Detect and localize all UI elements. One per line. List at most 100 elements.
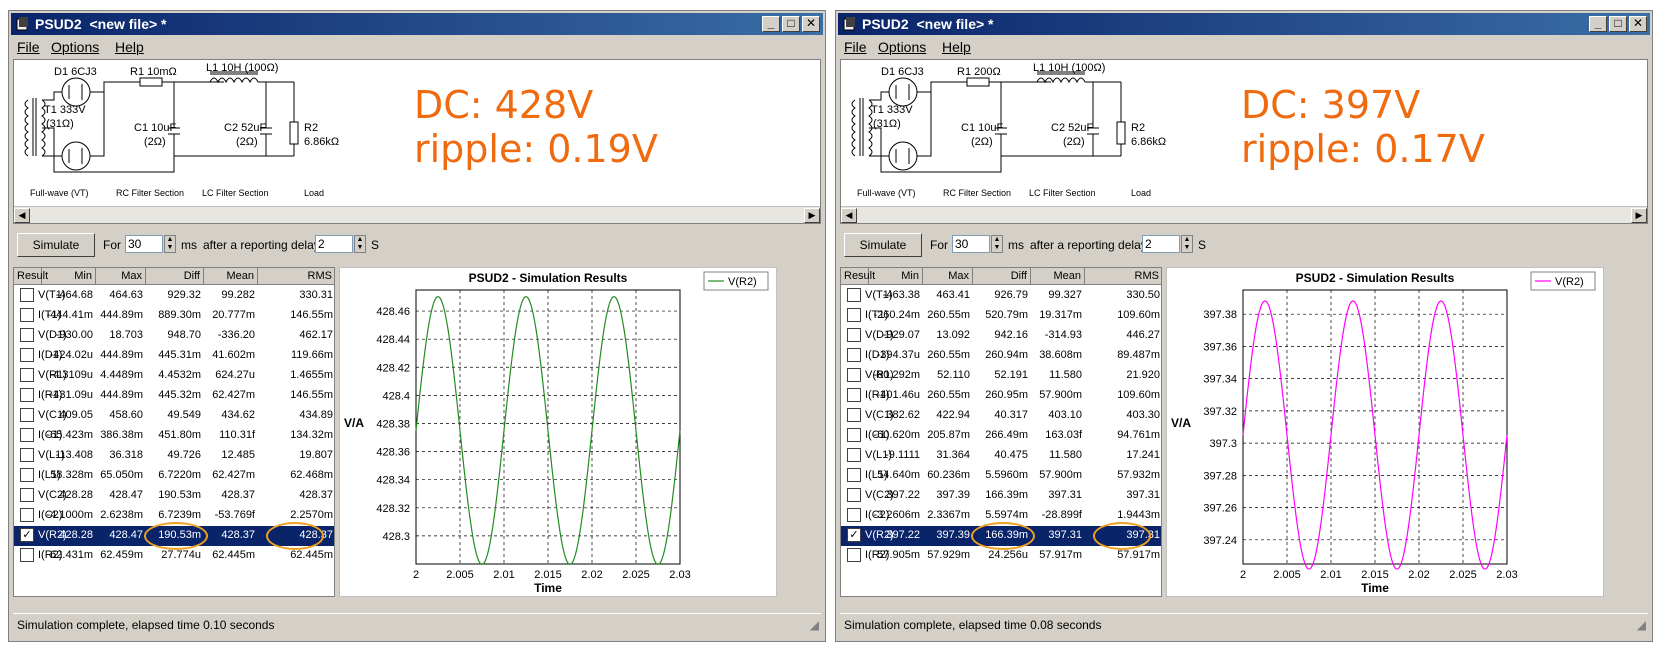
result-min: 57.905m [877, 549, 920, 561]
table-row[interactable]: V(R1) -4.3109u 4.4489m 4.4532m 624.27u 1.4655… [14, 366, 334, 386]
column-header-result[interactable]: Result [14, 268, 48, 284]
result-checkbox[interactable] [20, 328, 34, 342]
result-checkbox[interactable]: ✓ [20, 528, 34, 542]
table-row[interactable]: I(T1) -444.41m 444.89m 889.30m 20.777m 146.55… [14, 306, 334, 326]
table-row[interactable]: I(L1) 54.640m 60.236m 5.5960m 57.900m 57.932m [841, 466, 1161, 486]
result-checkbox[interactable] [20, 408, 34, 422]
resize-grip-icon[interactable]: ◢ [1633, 614, 1646, 636]
table-row[interactable]: V(D1) -930.00 18.703 948.70 -336.20 462.17 [14, 326, 334, 346]
column-header-rms[interactable]: RMS [258, 268, 334, 284]
table-row[interactable]: I(C1) -65.423m 386.38m 451.80m 110.31f 134.32… [14, 426, 334, 446]
result-checkbox[interactable] [20, 348, 34, 362]
result-checkbox[interactable] [847, 428, 861, 442]
table-row[interactable]: I(C1) -60.620m 205.87m 266.49m 163.03f 94.761… [841, 426, 1161, 446]
result-checkbox[interactable] [847, 308, 861, 322]
result-checkbox[interactable] [20, 548, 34, 562]
result-checkbox[interactable] [20, 508, 34, 522]
duration-input[interactable]: 30 [952, 235, 990, 253]
result-checkbox[interactable] [847, 408, 861, 422]
menu-options[interactable]: Options [51, 39, 99, 55]
result-checkbox[interactable] [20, 288, 34, 302]
scroll-right-arrow[interactable]: ▶ [1631, 208, 1647, 223]
table-row[interactable]: V(T1) -463.38 463.41 926.79 99.327 330.50 [841, 286, 1161, 306]
scroll-right-arrow[interactable]: ▶ [804, 208, 820, 223]
result-checkbox[interactable] [20, 368, 34, 382]
maximize-button[interactable]: □ [782, 16, 800, 32]
menu-options[interactable]: Options [878, 39, 926, 55]
column-header-max[interactable]: Max [923, 268, 973, 284]
table-row[interactable]: V(C2) 397.22 397.39 166.39m 397.31 397.31 [841, 486, 1161, 506]
table-row[interactable]: V(R1) -80.292m 52.110 52.191 11.580 21.920 [841, 366, 1161, 386]
result-checkbox[interactable] [20, 488, 34, 502]
delay-input[interactable]: 2 [1142, 235, 1180, 253]
result-checkbox[interactable] [20, 388, 34, 402]
minimize-button[interactable]: _ [762, 16, 780, 32]
result-checkbox[interactable]: ✓ [847, 528, 861, 542]
result-min: 58.328m [50, 469, 93, 481]
duration-spinner[interactable]: ▲ ▼ [164, 235, 176, 253]
table-row[interactable]: I(T1) -260.24m 260.55m 520.79m 19.317m 109.60… [841, 306, 1161, 326]
table-row[interactable]: V(D1) -929.07 13.092 942.16 -314.93 446.27 [841, 326, 1161, 346]
column-header-max[interactable]: Max [96, 268, 146, 284]
table-row[interactable]: V(C1) 409.05 458.60 49.549 434.62 434.89 [14, 406, 334, 426]
delay-input[interactable]: 2 [315, 235, 353, 253]
result-mean: 20.777m [212, 309, 255, 321]
result-checkbox[interactable] [847, 448, 861, 462]
column-header-result[interactable]: Result [841, 268, 875, 284]
result-checkbox[interactable] [20, 468, 34, 482]
column-header-rms[interactable]: RMS [1085, 268, 1161, 284]
title-bar[interactable]: PSUD2 <new file> * _ □ ✕ [11, 13, 823, 35]
menu-help[interactable]: Help [942, 39, 971, 55]
menu-file[interactable]: File [844, 39, 867, 55]
column-header-min[interactable]: Min [869, 268, 923, 284]
column-header-mean[interactable]: Mean [1031, 268, 1085, 284]
scroll-left-arrow[interactable]: ◀ [841, 208, 857, 223]
scroll-left-arrow[interactable]: ◀ [14, 208, 30, 223]
result-checkbox[interactable] [847, 488, 861, 502]
table-row[interactable]: I(D1) -394.37u 260.55m 260.94m 38.608m 89.487… [841, 346, 1161, 366]
circuit-scrollbar[interactable]: ◀ ▶ [14, 206, 820, 223]
result-checkbox[interactable] [847, 508, 861, 522]
table-row[interactable]: I(L1) 58.328m 65.050m 6.7220m 62.427m 62.468m [14, 466, 334, 486]
result-checkbox[interactable] [847, 348, 861, 362]
title-bar[interactable]: PSUD2 <new file> * _ □ ✕ [838, 13, 1650, 35]
table-row[interactable]: I(R1) -401.46u 260.55m 260.95m 57.900m 109.60… [841, 386, 1161, 406]
result-checkbox[interactable] [20, 448, 34, 462]
result-checkbox[interactable] [847, 468, 861, 482]
x-axis-label: Time [534, 581, 562, 595]
table-row[interactable]: I(D1) -424.02u 444.89m 445.31m 41.602m 119.66… [14, 346, 334, 366]
y-tick-label: 397.24 [1203, 535, 1237, 547]
close-button[interactable]: ✕ [1629, 16, 1647, 32]
label-lc-section: LC Filter Section [1029, 188, 1096, 198]
result-checkbox[interactable] [847, 288, 861, 302]
minimize-button[interactable]: _ [1589, 16, 1607, 32]
result-checkbox[interactable] [20, 428, 34, 442]
table-row[interactable]: I(R1) -431.09u 444.89m 445.32m 62.427m 146.55… [14, 386, 334, 406]
table-row[interactable]: V(C1) 382.62 422.94 40.317 403.10 403.30 [841, 406, 1161, 426]
delay-spinner[interactable]: ▲ ▼ [1181, 235, 1193, 253]
close-button[interactable]: ✕ [802, 16, 820, 32]
result-checkbox[interactable] [847, 548, 861, 562]
result-checkbox[interactable] [20, 308, 34, 322]
resize-grip-icon[interactable]: ◢ [806, 614, 819, 636]
table-row[interactable]: V(L1) -13.408 36.318 49.726 12.485 19.807 [14, 446, 334, 466]
maximize-button[interactable]: □ [1609, 16, 1627, 32]
result-checkbox[interactable] [847, 388, 861, 402]
table-row[interactable]: V(T1) -464.68 464.63 929.32 99.282 330.31 [14, 286, 334, 306]
column-header-diff[interactable]: Diff [973, 268, 1031, 284]
duration-spinner[interactable]: ▲ ▼ [991, 235, 1003, 253]
simulate-button[interactable]: Simulate [844, 233, 922, 257]
result-checkbox[interactable] [847, 328, 861, 342]
circuit-scrollbar[interactable]: ◀ ▶ [841, 206, 1647, 223]
column-header-min[interactable]: Min [42, 268, 96, 284]
column-header-diff[interactable]: Diff [146, 268, 204, 284]
table-row[interactable]: V(L1) -9.1111 31.364 40.475 11.580 17.241 [841, 446, 1161, 466]
menu-file[interactable]: File [17, 39, 40, 55]
column-header-mean[interactable]: Mean [204, 268, 258, 284]
result-checkbox[interactable] [847, 368, 861, 382]
table-row[interactable]: V(C2) 428.28 428.47 190.53m 428.37 428.37 [14, 486, 334, 506]
duration-input[interactable]: 30 [125, 235, 163, 253]
simulate-button[interactable]: Simulate [17, 233, 95, 257]
delay-spinner[interactable]: ▲ ▼ [354, 235, 366, 253]
menu-help[interactable]: Help [115, 39, 144, 55]
